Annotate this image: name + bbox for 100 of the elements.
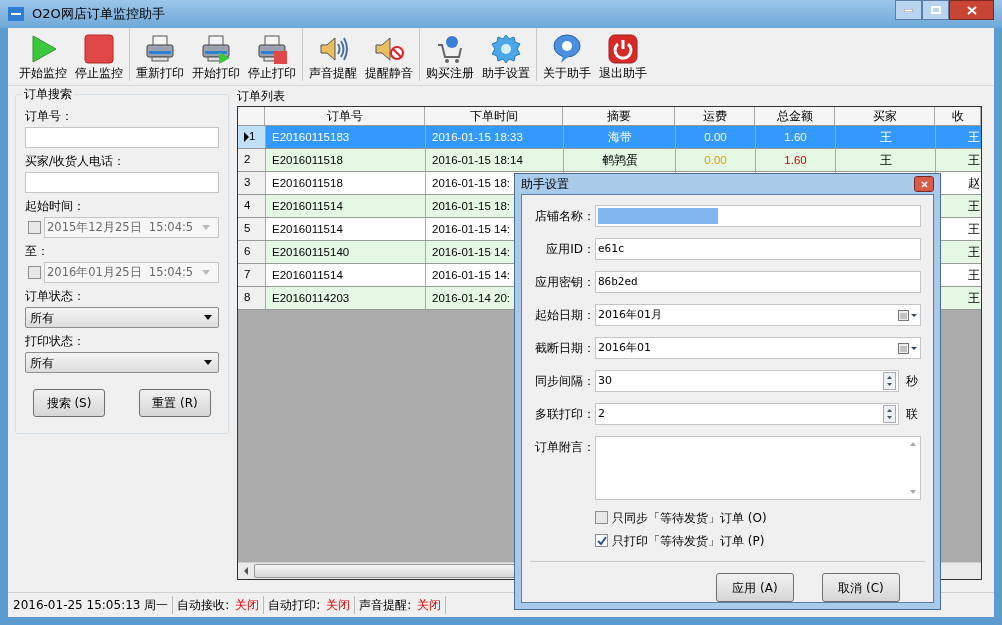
form-button[interactable]: 搜索 (S) [33,389,105,417]
table-cell: 海带 [607,131,632,143]
number-field[interactable]: 2 [595,403,899,425]
text-field[interactable]: e61c [595,238,921,260]
row-number: 7 [244,267,251,283]
toolbar-button[interactable]: 开始监控 [16,29,70,81]
toolbar-button[interactable]: 提醒静音 [362,29,416,81]
text-field[interactable]: 86b2ed [595,271,921,293]
column-header[interactable]: 订单号 [265,107,425,125]
table-cell: 王 [968,269,980,281]
close-button[interactable] [949,0,994,20]
column-header[interactable]: 运费 [675,107,755,125]
text-area[interactable] [595,436,921,500]
toolbar-button[interactable]: 停止监控 [72,29,126,81]
toolbar-button[interactable]: 停止打印 [245,29,299,81]
number-field[interactable]: 30 [595,370,899,392]
chat-bubble-icon [551,33,583,65]
column-header[interactable]: 总金额 [755,107,835,125]
toolbar-button[interactable]: 助手设置 [479,29,533,81]
text-field[interactable] [25,172,219,193]
maximize-icon [930,6,941,14]
printer-icon [144,33,176,65]
row-number: 4 [244,198,251,214]
dialog-button[interactable]: 取消 (C) [822,573,900,602]
table-cell: 0.00 [704,154,727,166]
unit-label: 联 [905,406,919,423]
dropdown[interactable]: 所有 [25,352,219,373]
toolbar-button[interactable]: 关于助手 [540,29,594,81]
dropdown[interactable]: 所有 [25,307,219,328]
dialog-title: 助手设置 [521,176,569,193]
checkbox[interactable] [595,511,608,524]
checkbox[interactable] [28,266,41,279]
table-cell: 王 [968,131,980,143]
table-cell: 2016-01-15 18: [432,177,510,189]
form-button[interactable]: 重置 (R) [139,389,211,417]
field-label: 应用密钥： [534,274,595,291]
printer-stop-icon [256,33,288,65]
column-header[interactable]: 收 [935,107,981,125]
table-row[interactable]: 1 E20160115183 2016-01-15 18:33 海带 0.00 1.60 王 王 [238,126,981,149]
dropdown-caret-icon [204,315,212,320]
group-title: 订单搜索 [22,86,74,102]
dropdown-caret-icon [202,270,210,275]
field-label: 订单号： [25,108,74,125]
column-header[interactable]: 下单时间 [425,107,563,125]
minimize-icon [904,8,913,12]
table-cell: 王 [968,246,980,258]
field-label: 应用ID： [545,241,595,258]
toolbar-button[interactable]: 退出助手 [596,29,650,81]
text-field[interactable] [595,205,921,227]
checkbox-label: 只同步「等待发货」订单 (O) [612,509,767,527]
spin-arrows-icon [883,405,896,423]
checkbox[interactable] [28,221,41,234]
checkmark-icon [596,535,607,546]
field-label: 至： [25,243,50,260]
scroll-left-icon [244,567,248,575]
table-cell: 2016-01-15 18:33 [432,131,523,143]
table-cell: 2016-01-15 14: [432,223,510,235]
toolbar-button[interactable]: 开始打印 [189,29,243,81]
date-picker[interactable]: 2016年01月 [595,304,921,326]
table-cell: 鹌鹑蛋 [601,154,638,166]
toolbar-button[interactable]: 购买注册 [423,29,477,81]
status-value: 关闭 [235,597,260,614]
row-number: 5 [244,221,251,237]
checkbox-label: 只打印「等待发货」订单 (P) [612,532,765,550]
table-cell: E2016011518 [272,177,343,189]
checkbox[interactable] [595,534,608,547]
text-field[interactable] [25,127,219,148]
printer-play-icon [200,33,232,65]
row-number: 3 [244,175,251,191]
minimize-button[interactable] [895,0,922,20]
field-label: 订单状态： [25,288,86,305]
gear-icon [490,33,522,65]
table-cell: 1.60 [784,154,807,166]
dialog-button[interactable]: 应用 (A) [716,573,794,602]
field-label: 打印状态： [25,333,86,350]
table-row[interactable]: 2 E2016011518 2016-01-15 18:14 鹌鹑蛋 0.00 1.60 王 王 [238,149,981,172]
table-cell: E20160115140 [272,246,350,258]
unit-label: 秒 [905,373,919,390]
field-label: 店铺名称： [534,208,595,225]
toolbar-button[interactable]: 重新打印 [133,29,187,81]
table-cell: 2016-01-15 14: [432,269,510,281]
table-cell: 王 [968,154,980,166]
date-picker[interactable]: 2016年01 [595,337,921,359]
table-cell: 2016-01-15 14: [432,246,510,258]
table-cell: 2016-01-14 20: [432,292,510,304]
close-button[interactable] [914,176,934,192]
date-picker[interactable]: 2015年12月25日 15:04:5 [44,217,219,238]
field-label: 同步间隔： [534,373,595,390]
maximize-button[interactable] [922,0,949,20]
section-title: 订单列表 [237,88,285,105]
table-cell: 2016-01-15 18:14 [432,154,523,166]
app-logo-icon [8,7,24,21]
date-picker[interactable]: 2016年01月25日 15:04:5 [44,262,219,283]
row-number: 2 [244,152,251,168]
column-header[interactable]: 摘要 [563,107,675,125]
table-cell: 王 [968,200,980,212]
field-label: 起始时间： [25,198,86,215]
power-icon [607,33,639,65]
toolbar-button[interactable]: 声音提醒 [306,29,360,81]
column-header[interactable]: 买家 [835,107,935,125]
